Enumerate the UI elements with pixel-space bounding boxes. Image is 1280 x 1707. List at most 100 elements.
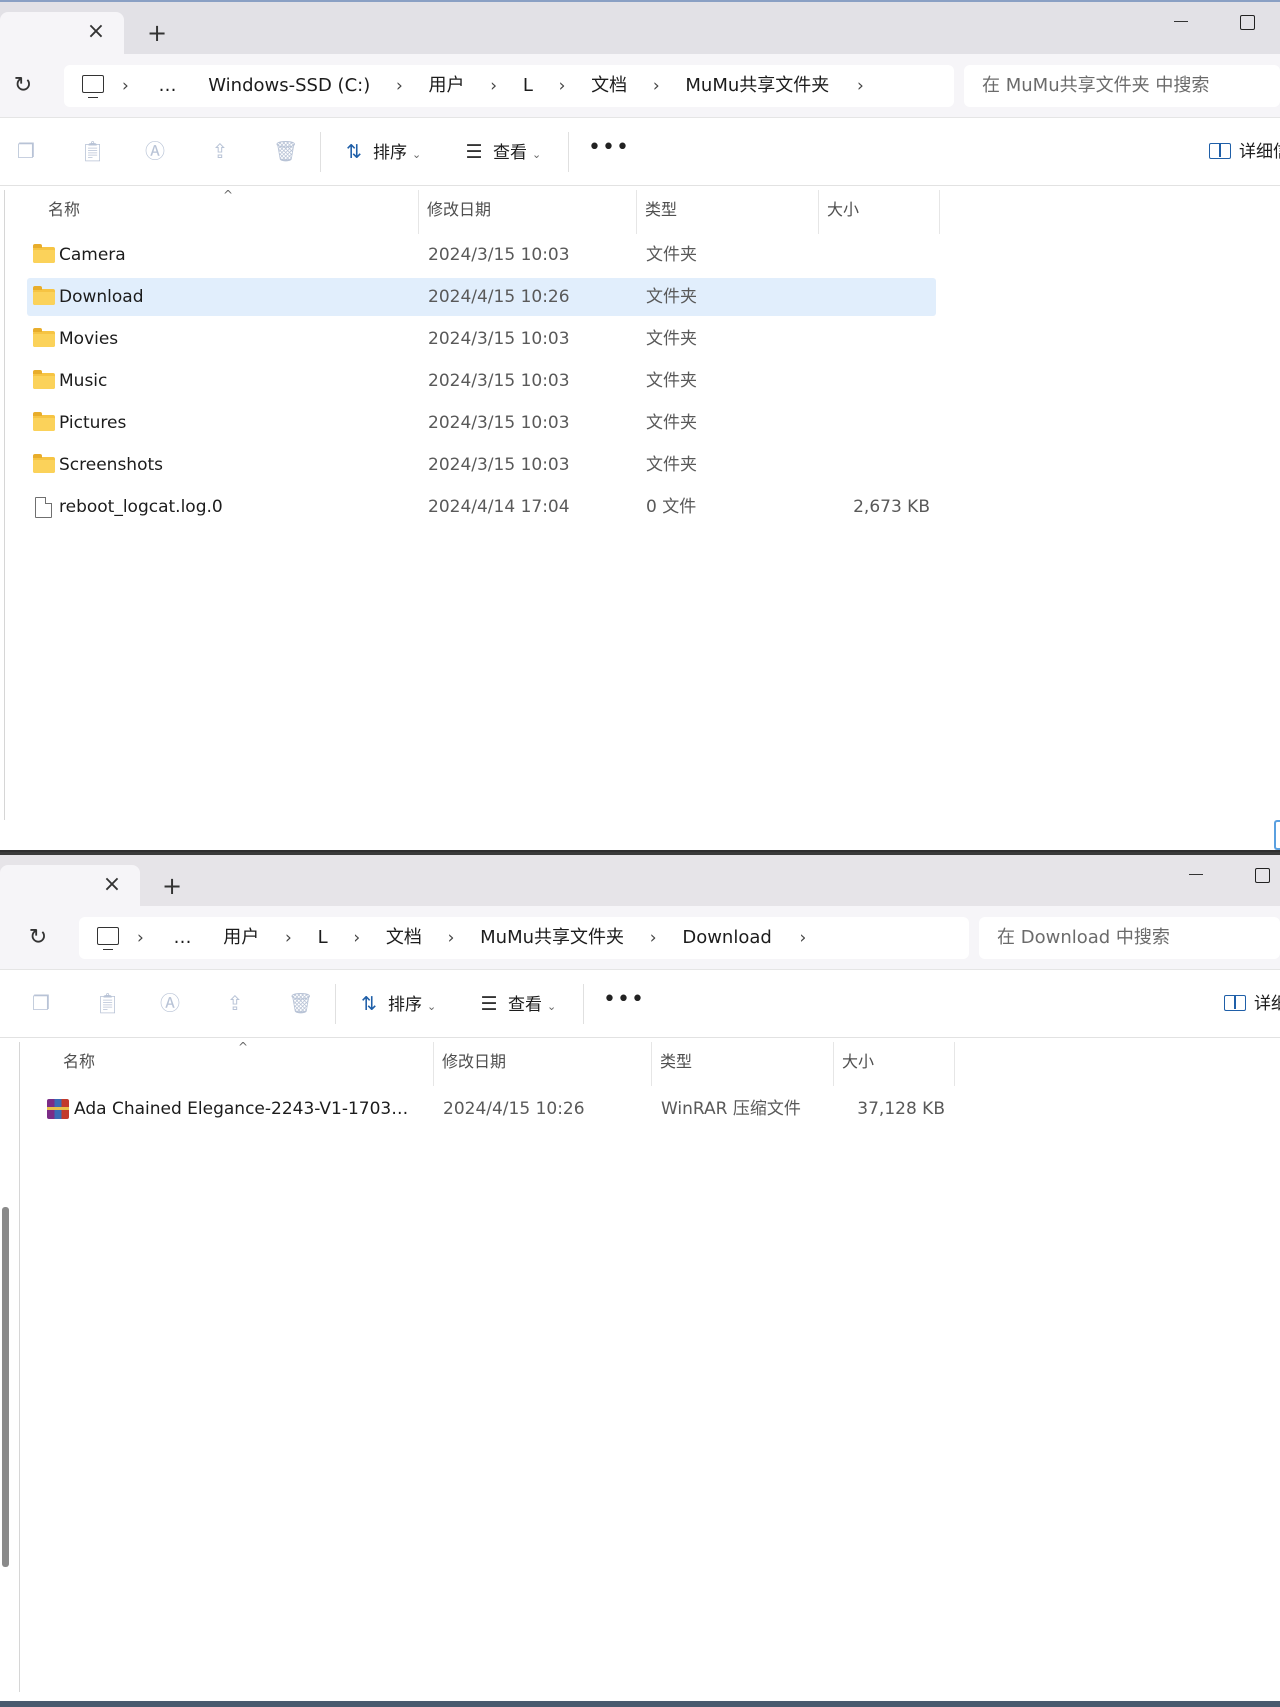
address-bar[interactable]: › … Windows-SSD (C:) › 用户 › L › 文档 › MuM…	[64, 65, 954, 107]
file-type: 文件夹	[646, 245, 697, 265]
refresh-icon[interactable]: ↻	[10, 73, 36, 99]
file-type: 0 文件	[646, 497, 697, 517]
rename-icon[interactable]: Ⓐ	[144, 140, 166, 162]
folder-icon	[33, 412, 55, 431]
details-pane-button[interactable]: 详细信	[1209, 138, 1280, 166]
breadcrumb-item-user-l[interactable]: L	[318, 917, 328, 959]
copy-icon[interactable]: ❐	[15, 140, 37, 162]
maximize-icon[interactable]	[1246, 863, 1276, 887]
view-button[interactable]: ☰ 查看 ⌄	[462, 138, 541, 166]
more-options-icon[interactable]: •••	[588, 136, 629, 164]
explorer-window-download: × + ↻ › … 用户 › L › 文档 › MuMu共享文件夹 › Down…	[0, 852, 1280, 1707]
list-item[interactable]: Music 2024/3/15 10:03 文件夹	[27, 362, 936, 400]
file-type: 文件夹	[646, 329, 697, 349]
new-tab-icon[interactable]: +	[160, 874, 184, 899]
this-pc-icon[interactable]	[82, 75, 104, 98]
taskbar-edge	[0, 1701, 1280, 1707]
address-bar[interactable]: › … 用户 › L › 文档 › MuMu共享文件夹 › Download ›	[79, 917, 969, 959]
list-item[interactable]: reboot_logcat.log.0 2024/4/14 17:04 0 文件…	[27, 488, 936, 526]
search-input[interactable]: 在 Download 中搜索	[979, 917, 1280, 959]
paste-icon[interactable]: 📋︎	[80, 140, 105, 162]
minimize-icon[interactable]	[1181, 863, 1211, 887]
column-header-size[interactable]: 大小	[834, 1042, 955, 1086]
column-header-type[interactable]: 类型	[652, 1042, 834, 1086]
column-header-size[interactable]: 大小	[819, 190, 940, 234]
share-icon[interactable]: ⇪	[209, 140, 231, 162]
list-item[interactable]: Pictures 2024/3/15 10:03 文件夹	[27, 404, 936, 442]
sort-button[interactable]: ⇅ 排序 ⌄	[342, 138, 421, 166]
breadcrumb-item-download[interactable]: Download	[682, 917, 771, 959]
breadcrumb-item-drive[interactable]: Windows-SSD (C:)	[208, 65, 370, 107]
rename-icon[interactable]: Ⓐ	[159, 992, 181, 1014]
title-bar: × +	[0, 0, 1280, 56]
list-item[interactable]: Movies 2024/3/15 10:03 文件夹	[27, 320, 936, 358]
breadcrumb-item-documents[interactable]: 文档	[386, 917, 422, 959]
breadcrumb-item-mumu-shared[interactable]: MuMu共享文件夹	[480, 917, 624, 959]
breadcrumb-item-user-l[interactable]: L	[523, 65, 533, 107]
command-bar: ❐ 📋︎ Ⓐ ⇪ 🗑︎ ⇅ 排序 ⌄ ☰ 查看 ⌄ ••• 详细	[0, 970, 1280, 1038]
chevron-right-icon[interactable]: ›	[857, 65, 864, 107]
column-header-row: ^ 名称 修改日期 类型 大小	[0, 188, 1280, 234]
tab-download[interactable]: ×	[0, 865, 140, 909]
breadcrumb-item-mumu-shared[interactable]: MuMu共享文件夹	[685, 65, 829, 107]
toolbar-divider	[335, 984, 336, 1024]
details-pane-icon	[1209, 143, 1231, 159]
chevron-down-icon: ⌄	[427, 1000, 437, 1013]
search-input[interactable]: 在 MuMu共享文件夹 中搜索	[964, 65, 1280, 107]
breadcrumb-item-users[interactable]: 用户	[223, 917, 259, 959]
sort-icon: ⇅	[361, 993, 377, 1015]
list-item-selected[interactable]: Download 2024/4/15 10:26 文件夹	[27, 278, 936, 316]
close-tab-icon[interactable]: ×	[102, 874, 122, 896]
new-tab-icon[interactable]: +	[145, 21, 169, 46]
chevron-right-icon: ›	[285, 928, 292, 948]
chevron-right-icon: ›	[447, 928, 455, 948]
sort-button[interactable]: ⇅ 排序 ⌄	[357, 990, 436, 1018]
breadcrumb-overflow[interactable]: …	[159, 65, 177, 107]
breadcrumb: › … Windows-SSD (C:) › 用户 › L › 文档 › MuM…	[122, 65, 864, 107]
close-tab-icon[interactable]: ×	[86, 21, 106, 43]
file-name: Ada Chained Elegance-2243-V1-17032590...	[74, 1099, 419, 1119]
list-item[interactable]: Screenshots 2024/3/15 10:03 文件夹	[27, 446, 936, 484]
view-button[interactable]: ☰ 查看 ⌄	[477, 990, 556, 1018]
column-header-type[interactable]: 类型	[637, 190, 819, 234]
view-label: 查看	[493, 143, 527, 163]
details-pane-button[interactable]: 详细	[1224, 990, 1280, 1018]
file-date: 2024/3/15 10:03	[428, 455, 570, 475]
list-item[interactable]: Ada Chained Elegance-2243-V1-17032590...…	[42, 1090, 951, 1128]
chevron-right-icon[interactable]: ›	[800, 917, 807, 959]
file-type: WinRAR 压缩文件	[661, 1099, 801, 1119]
this-pc-icon[interactable]	[97, 927, 119, 950]
file-name: Movies	[59, 329, 119, 349]
column-header-name[interactable]: 名称	[40, 190, 419, 234]
view-icon: ☰	[465, 141, 483, 163]
navigation-pane-scrollbar[interactable]	[2, 1207, 9, 1567]
sort-icon: ⇅	[346, 141, 362, 163]
maximize-icon[interactable]	[1231, 10, 1261, 34]
delete-icon[interactable]: 🗑︎	[288, 992, 313, 1014]
more-options-icon[interactable]: •••	[603, 988, 644, 1016]
pane-divider	[19, 1042, 20, 1692]
file-name: Pictures	[59, 413, 127, 433]
refresh-icon[interactable]: ↻	[25, 925, 51, 951]
folder-icon	[33, 328, 55, 347]
paste-icon[interactable]: 📋︎	[95, 992, 120, 1014]
delete-icon[interactable]: 🗑︎	[273, 140, 298, 162]
column-header-name[interactable]: 名称	[55, 1042, 434, 1086]
column-header-date[interactable]: 修改日期	[419, 190, 637, 234]
chevron-right-icon: ›	[122, 76, 129, 96]
breadcrumb-item-documents[interactable]: 文档	[591, 65, 627, 107]
chevron-down-icon: ⌄	[532, 148, 542, 161]
file-size: 2,673 KB	[853, 497, 930, 517]
breadcrumb-item-users[interactable]: 用户	[429, 65, 465, 107]
file-name: reboot_logcat.log.0	[59, 497, 223, 517]
tab-mumu-shared[interactable]: ×	[0, 12, 124, 56]
list-item[interactable]: Camera 2024/3/15 10:03 文件夹	[27, 236, 936, 274]
file-type: 文件夹	[646, 287, 697, 307]
share-icon[interactable]: ⇪	[224, 992, 246, 1014]
minimize-icon[interactable]	[1166, 10, 1196, 34]
column-header-date[interactable]: 修改日期	[434, 1042, 652, 1086]
address-row: ↻ › … 用户 › L › 文档 › MuMu共享文件夹 › Download…	[0, 906, 1280, 970]
breadcrumb-overflow[interactable]: …	[174, 917, 192, 959]
sort-label: 排序	[388, 995, 422, 1015]
copy-icon[interactable]: ❐	[30, 992, 52, 1014]
